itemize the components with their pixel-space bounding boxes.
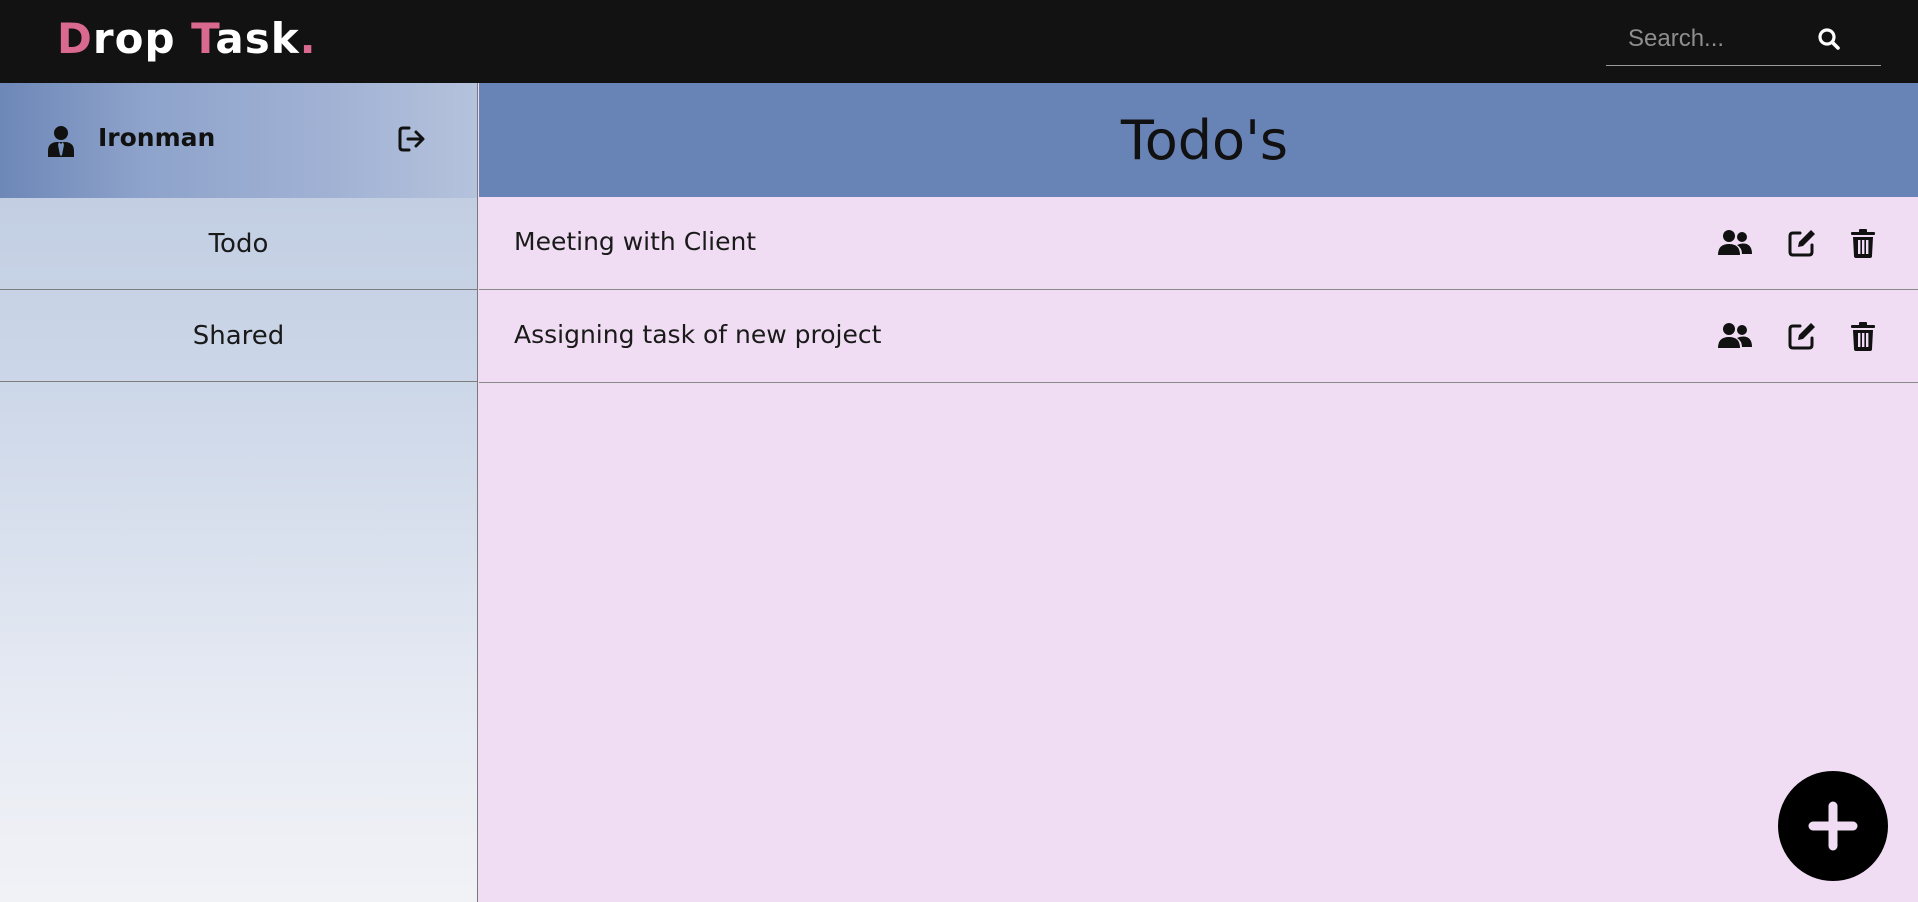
main-content: Todo's Meeting with Client Assigning tas… (479, 83, 1918, 902)
logo-letter-d: D (57, 14, 93, 63)
search-box (1606, 14, 1881, 66)
app-logo[interactable]: Drop Task. (57, 14, 317, 63)
todo-item[interactable]: Meeting with Client (479, 197, 1918, 290)
trash-icon[interactable] (1845, 320, 1881, 352)
sign-out-icon (398, 126, 425, 152)
todo-item[interactable]: Assigning task of new project (479, 290, 1918, 383)
users-icon[interactable] (1717, 227, 1753, 259)
page-title: Todo's (1120, 108, 1289, 172)
logo-text-ask: ask (215, 14, 300, 63)
add-todo-button[interactable] (1778, 771, 1888, 881)
search-button[interactable] (1809, 19, 1849, 59)
top-bar: Drop Task. (0, 0, 1918, 83)
sidebar: Ironman Todo Shared (0, 83, 478, 902)
edit-icon[interactable] (1784, 227, 1820, 259)
search-icon (1818, 28, 1840, 50)
trash-icon[interactable] (1845, 227, 1881, 259)
sidebar-item-todo[interactable]: Todo (0, 198, 477, 290)
user-tie-icon (48, 126, 74, 157)
todo-text: Assigning task of new project (514, 320, 882, 349)
edit-icon[interactable] (1784, 320, 1820, 352)
todo-text: Meeting with Client (514, 227, 757, 256)
page-header: Todo's (479, 83, 1918, 197)
sidebar-item-shared[interactable]: Shared (0, 290, 477, 382)
users-icon[interactable] (1717, 320, 1753, 352)
user-bar: Ironman (0, 83, 477, 198)
logout-button[interactable] (396, 123, 428, 155)
logo-text-rop: rop (92, 14, 176, 63)
logo-dot: . (299, 14, 317, 63)
user-name: Ironman (98, 123, 216, 152)
logo-letter-t: T (191, 14, 216, 63)
search-input[interactable] (1606, 14, 1826, 64)
plus-icon (1808, 801, 1858, 851)
